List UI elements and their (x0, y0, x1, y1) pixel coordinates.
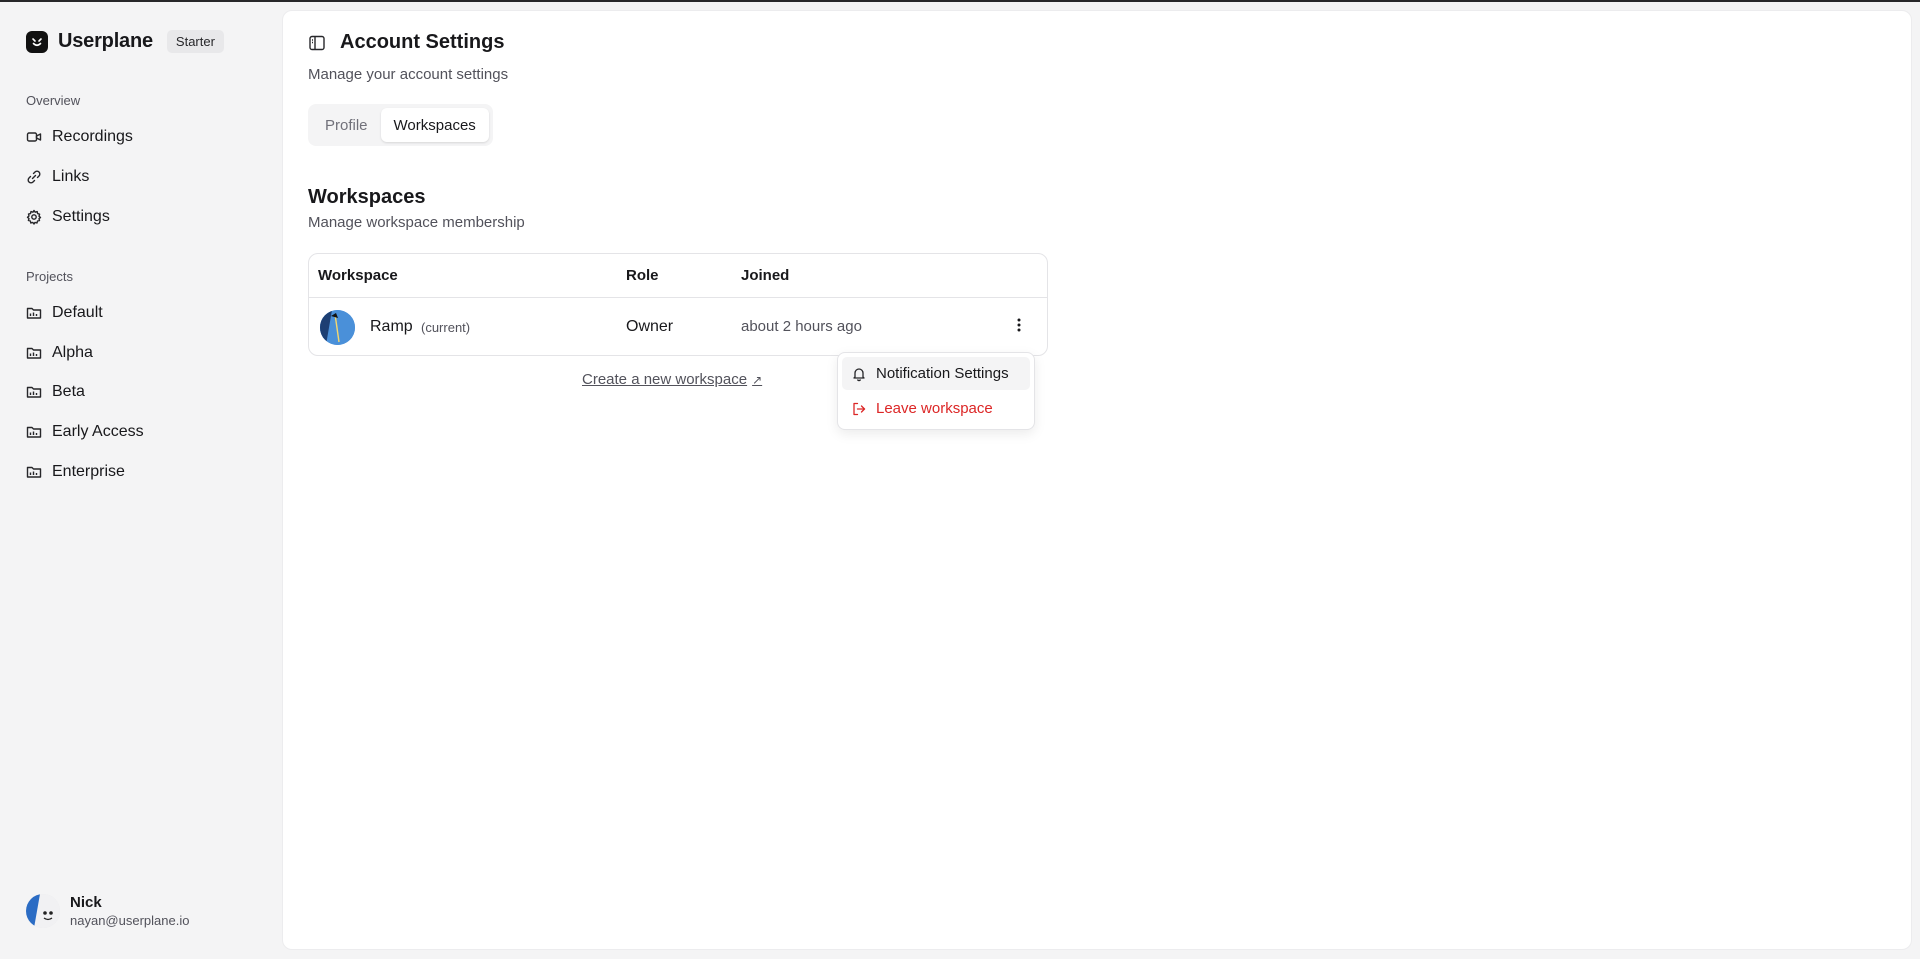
table-header: Workspace Role Joined (309, 254, 1047, 298)
workspace-name: Ramp (370, 318, 413, 335)
workspace-joined: about 2 hours ago (741, 318, 862, 335)
sidebar-item-label: Alpha (52, 344, 93, 361)
settings-tabs: Profile Workspaces (308, 104, 493, 146)
sidebar-item-label: Settings (52, 208, 110, 225)
menu-item-label: Leave workspace (876, 400, 993, 417)
sidebar-item-label: Beta (52, 383, 85, 400)
brand-name: Userplane (58, 30, 153, 52)
bell-icon (851, 366, 867, 382)
sidebar-item-settings[interactable]: Settings (26, 204, 110, 230)
page-header: Account Settings (308, 31, 504, 54)
menu-item-notification-settings[interactable]: Notification Settings (842, 357, 1030, 390)
logout-icon (851, 401, 867, 417)
table-row: Ramp (current) Owner about 2 hours ago (309, 298, 1047, 355)
sidebar-item-label: Recordings (52, 128, 133, 145)
current-workspace-tag: (current) (421, 320, 471, 335)
tab-profile[interactable]: Profile (312, 108, 381, 142)
link-icon (26, 169, 42, 185)
column-header-workspace: Workspace (318, 267, 398, 284)
page-title: Account Settings (340, 31, 505, 53)
sidebar: Userplane Starter Overview Recordings Li… (0, 0, 282, 959)
sidebar-item-label: Default (52, 304, 103, 321)
sidebar-item-beta[interactable]: Beta (26, 379, 85, 405)
sidebar-item-label: Links (52, 168, 90, 185)
brand[interactable]: Userplane Starter (26, 30, 224, 53)
menu-item-label: Notification Settings (876, 365, 1009, 382)
sidebar-item-early-access[interactable]: Early Access (26, 419, 144, 445)
sidebar-toggle-icon[interactable] (308, 34, 326, 52)
sidebar-item-recordings[interactable]: Recordings (26, 124, 133, 150)
workspaces-table: Workspace Role Joined Ramp (current) Own… (308, 253, 1048, 356)
projects-section-label: Projects (26, 269, 73, 284)
folder-icon (26, 305, 42, 321)
workspaces-section-subtitle: Manage workspace membership (308, 214, 525, 231)
sidebar-item-alpha[interactable]: Alpha (26, 340, 93, 366)
tab-workspaces[interactable]: Workspaces (380, 108, 489, 142)
menu-item-leave-workspace[interactable]: Leave workspace (842, 392, 1030, 425)
workspace-avatar (320, 310, 355, 345)
external-arrow-icon: ↗ (752, 372, 763, 387)
user-name: Nick (70, 894, 102, 911)
sidebar-item-default[interactable]: Default (26, 300, 103, 326)
sidebar-item-label: Early Access (52, 423, 144, 440)
plan-badge: Starter (166, 30, 224, 53)
create-workspace-label: Create a new workspace (582, 371, 748, 388)
more-vertical-icon (1017, 318, 1021, 337)
column-header-role: Role (626, 267, 659, 284)
workspaces-section-title: Workspaces (308, 186, 426, 208)
folder-icon (26, 424, 42, 440)
row-actions-button[interactable] (1009, 316, 1029, 338)
gear-icon (26, 209, 42, 225)
sidebar-item-label: Enterprise (52, 463, 125, 480)
workspace-role: Owner (626, 318, 674, 335)
create-workspace-link[interactable]: Create a new workspace ↗ (582, 371, 762, 388)
user-email: nayan@userplane.io (70, 913, 190, 928)
folder-icon (26, 464, 42, 480)
avatar (26, 894, 60, 928)
sidebar-item-links[interactable]: Links (26, 164, 89, 190)
folder-icon (26, 345, 42, 361)
userplane-logo-icon (26, 30, 48, 53)
row-actions-menu: Notification Settings Leave workspace (837, 352, 1035, 430)
user-profile[interactable]: Nick nayan@userplane.io (26, 894, 189, 928)
video-icon (26, 129, 42, 145)
folder-icon (26, 384, 42, 400)
window-top-border (0, 0, 1920, 2)
sidebar-item-enterprise[interactable]: Enterprise (26, 459, 125, 485)
page-subtitle: Manage your account settings (308, 66, 509, 83)
overview-section-label: Overview (26, 93, 81, 108)
main-panel: Account Settings Manage your account set… (282, 10, 1912, 950)
column-header-joined: Joined (741, 267, 790, 284)
